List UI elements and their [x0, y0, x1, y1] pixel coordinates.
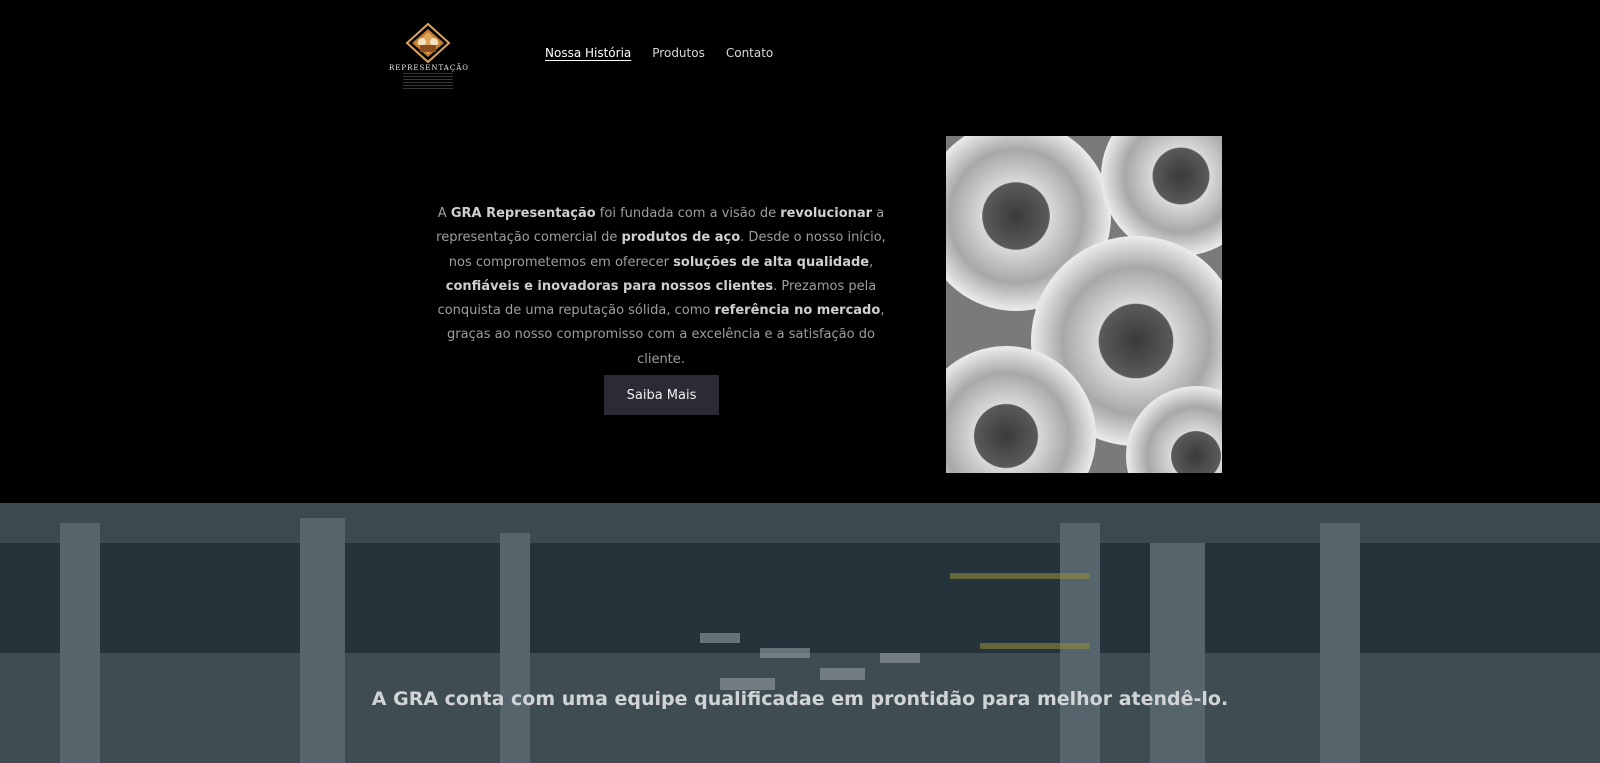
main-nav: Nossa História Produtos Contato	[545, 46, 794, 60]
nav-produtos[interactable]: Produtos	[652, 46, 705, 60]
steel-coils-image	[946, 136, 1222, 473]
nav-contato[interactable]: Contato	[726, 46, 773, 60]
nav-nossa-historia[interactable]: Nossa História	[545, 46, 631, 60]
about-paragraph: A GRA Representação foi fundada com a vi…	[436, 202, 886, 372]
about-text: A	[437, 206, 451, 221]
about-text-bold: revolucionar	[780, 206, 873, 221]
warehouse-image	[0, 503, 1600, 763]
about-text: foi fundada com a visão de	[595, 206, 781, 221]
about-text-bold: confiáveis e inovadoras para nossos clie…	[445, 278, 774, 294]
logo-subtext	[403, 73, 453, 91]
about-text-bold: soluções de alta qualidade	[673, 254, 870, 270]
logo-text: REPRESENTAÇÃO	[389, 64, 469, 72]
company-logo[interactable]: REPRESENTAÇÃO	[389, 22, 469, 94]
about-text: ,	[869, 254, 874, 270]
logo-diamond-icon	[405, 22, 451, 64]
about-text-bold: produtos de aço	[621, 230, 741, 246]
about-text-bold: referência no mercado	[714, 303, 881, 319]
saiba-mais-button[interactable]: Saiba Mais	[604, 375, 719, 415]
team-tagline: A GRA conta com uma equipe qualificadae …	[371, 688, 1229, 710]
about-text-bold: GRA Representação	[450, 206, 596, 221]
